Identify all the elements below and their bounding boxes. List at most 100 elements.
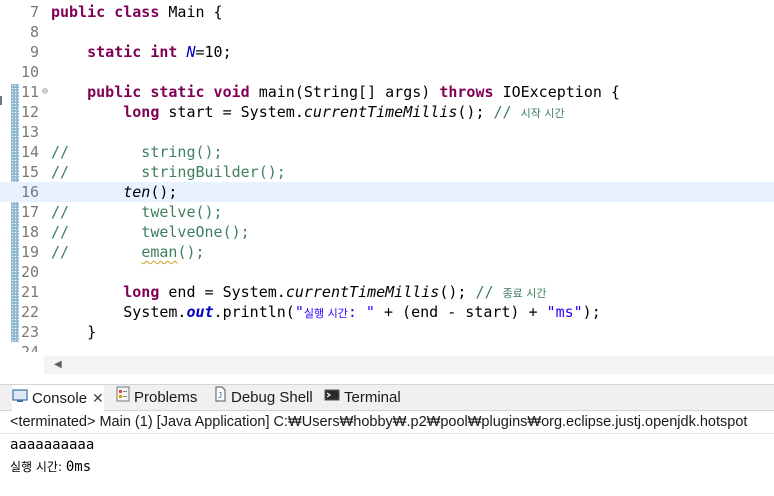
code-line-15[interactable]: 15 // stringBuilder(); (0, 162, 774, 182)
code-line-21[interactable]: 21 long end = System.currentTimeMillis()… (0, 282, 774, 302)
code-token: long (123, 283, 169, 301)
code-text: ten(); (51, 182, 177, 202)
console-tab-bar: Console ✕ Problems J Debug Shell Terminal (0, 384, 774, 411)
code-token: (); (457, 103, 494, 121)
code-token: N (186, 43, 196, 61)
line-number: 16 (20, 183, 39, 201)
code-line-17[interactable]: 17 // twelve(); (0, 202, 774, 222)
code-token: eman (141, 243, 178, 261)
code-text: long start = System.currentTimeMillis();… (51, 102, 564, 124)
console-output-text: aaaaaaaaaa (10, 437, 95, 453)
tab-label: Console (32, 390, 88, 407)
console-output[interactable]: aaaaaaaaaa 실행 시간: 0ms (0, 433, 774, 496)
tab-label: Problems (134, 389, 198, 406)
code-token: =10; (195, 43, 232, 61)
code-token: out (186, 303, 214, 321)
code-text: static int N=10; (51, 42, 232, 62)
code-token: (); (150, 183, 178, 201)
line-number: 15 (20, 163, 39, 181)
code-token: public class (51, 3, 169, 21)
code-line-22[interactable]: 22 System.out.println("실행 시간: " + (end -… (0, 302, 774, 322)
code-text: } (51, 322, 96, 342)
code-token: // stringBuilder(); (51, 163, 286, 181)
code-text: public static void main(String[] args) t… (51, 82, 620, 102)
tab-terminal[interactable]: Terminal (324, 385, 401, 411)
code-token: (); (177, 243, 205, 261)
code-editor[interactable]: 7 public class Main {8 9 static int N=10; 1… (0, 0, 774, 352)
code-token: .println( (213, 303, 295, 321)
console-status-line: <terminated> Main (1) [Java Application]… (0, 411, 774, 433)
code-token: } (51, 323, 97, 341)
console-icon (12, 386, 28, 412)
code-token: ); (582, 303, 601, 321)
code-token: // twelve(); (51, 203, 223, 221)
code-line-19[interactable]: 19 // eman(); (0, 242, 774, 262)
code-line-24[interactable]: 24 (0, 342, 774, 352)
code-token: (); (439, 283, 476, 301)
code-text: // stringBuilder(); (51, 162, 286, 182)
line-number: 24 (20, 343, 39, 352)
code-line-13[interactable]: 13 (0, 122, 774, 142)
tab-console[interactable]: Console ✕ (12, 385, 104, 411)
code-token: 종료 시간 (502, 287, 547, 300)
code-line-12[interactable]: 12 long start = System.currentTimeMillis… (0, 102, 774, 122)
editor-horizontal-scrollbar[interactable]: ◀ (44, 356, 774, 374)
code-token: "ms" (546, 303, 583, 321)
code-lines[interactable]: 7 public class Main {8 9 static int N=10; 1… (0, 2, 774, 352)
console-output-text: 실행 시간: (10, 460, 66, 474)
console-output-line: 실행 시간: 0ms (10, 456, 774, 478)
line-number: 10 (20, 63, 39, 81)
close-icon[interactable]: ✕ (92, 390, 104, 406)
code-token: long (123, 103, 169, 121)
code-token: end = System. (168, 283, 286, 301)
line-number: 19 (20, 243, 39, 261)
code-token: // twelveOne(); (51, 223, 250, 241)
code-text: public class Main { (51, 2, 223, 22)
tab-label: Debug Shell (231, 389, 313, 406)
code-text: // twelveOne(); (51, 222, 250, 242)
line-number: 12 (20, 103, 39, 121)
code-token: System. (51, 303, 187, 321)
code-line-23[interactable]: 23 } (0, 322, 774, 342)
code-token: IOException { (502, 83, 620, 101)
code-line-8[interactable]: 8 (0, 22, 774, 42)
line-number: 7 (29, 3, 39, 21)
line-number: 22 (20, 303, 39, 321)
fold-collapse-icon[interactable]: ⊖ (39, 82, 51, 102)
code-token: : " (347, 303, 375, 321)
console-output-line: aaaaaaaaaa (10, 434, 774, 456)
code-text: System.out.println("실행 시간: " + (end - st… (51, 302, 601, 324)
line-number: 9 (29, 43, 39, 61)
code-line-11[interactable]: 11 ⊖ public static void main(String[] arg… (0, 82, 774, 102)
code-line-9[interactable]: 9 static int N=10; (0, 42, 774, 62)
tab-debug-shell[interactable]: J Debug Shell (213, 385, 313, 411)
code-token: // (51, 243, 142, 261)
debug-shell-icon: J (213, 385, 227, 411)
line-number: 8 (29, 23, 39, 41)
code-token: Main { (168, 3, 223, 21)
code-line-10[interactable]: 10 (0, 62, 774, 82)
code-line-14[interactable]: 14 // string(); (0, 142, 774, 162)
console-output-value: 0ms (65, 459, 92, 475)
code-line-20[interactable]: 20 (0, 262, 774, 282)
code-token: + (end - start) + (374, 303, 547, 321)
code-line-7[interactable]: 7 public class Main { (0, 2, 774, 22)
scroll-left-arrow-icon[interactable]: ◀ (54, 359, 62, 370)
code-line-18[interactable]: 18 // twelveOne(); (0, 222, 774, 242)
code-token: throws (439, 83, 503, 101)
code-line-16[interactable]: 16 ten(); (0, 182, 774, 202)
code-text: // twelve(); (51, 202, 223, 222)
line-number: 20 (20, 263, 39, 281)
code-text: long end = System.currentTimeMillis(); /… (51, 282, 547, 304)
problems-icon (116, 385, 130, 411)
line-number: 13 (20, 123, 39, 141)
terminal-icon (324, 385, 340, 411)
tab-problems[interactable]: Problems (116, 385, 197, 411)
code-token: // string(); (51, 143, 223, 161)
code-token: currentTimeMillis (285, 283, 440, 301)
